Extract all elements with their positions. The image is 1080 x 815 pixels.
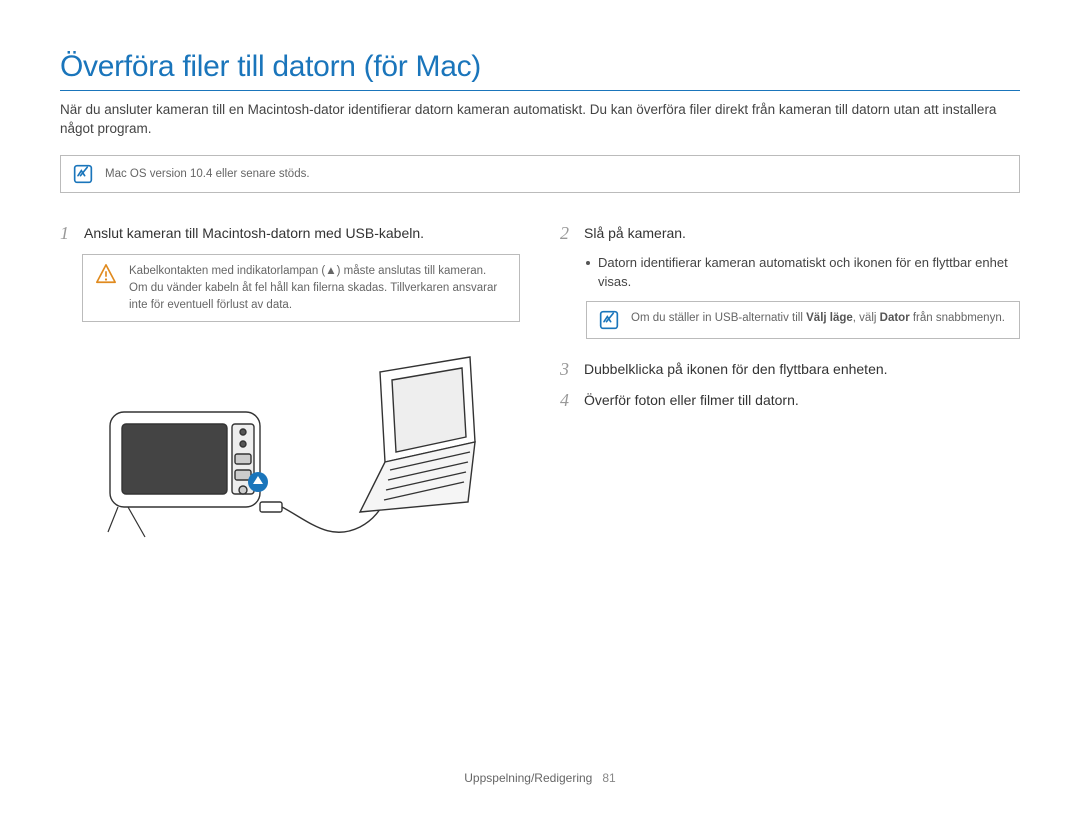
page-footer: Uppspelning/Redigering 81 [0,771,1080,785]
illustration-camera-laptop [60,352,520,552]
document-page: Överföra filer till datorn (för Mac) När… [0,0,1080,815]
step-number: 3 [560,359,574,381]
step-number: 1 [60,223,74,245]
two-column-layout: 1 Anslut kameran till Macintosh-datorn m… [60,223,1020,553]
note-box-top: Mac OS version 10.4 eller senare stöds. [60,155,1020,193]
note-box-usb: Om du ställer in USB-alternativ till Väl… [586,301,1020,339]
step-number: 2 [560,223,574,245]
step-text: Dubbelklicka på ikonen för den flyttbara… [584,359,888,381]
step-3: 3 Dubbelklicka på ikonen för den flyttba… [560,359,1020,381]
usb-connection-illustration [100,352,480,552]
note-bold-1: Välj läge [806,312,853,324]
note-fragment: Om du ställer in USB-alternativ till [631,312,806,324]
note-icon [599,310,619,330]
step-text: Anslut kameran till Macintosh-datorn med… [84,223,424,245]
step-4: 4 Överför foton eller filmer till datorn… [560,390,1020,412]
note-text-top: Mac OS version 10.4 eller senare stöds. [105,168,310,180]
warning-icon [95,263,117,285]
footer-page-number: 81 [602,771,615,785]
step-2: 2 Slå på kameran. [560,223,1020,245]
bullet-dot-icon [586,261,590,265]
note-fragment: , välj [853,312,880,324]
footer-section-label: Uppspelning/Redigering [464,771,592,785]
note-text-usb: Om du ställer in USB-alternativ till Väl… [631,310,1005,330]
note-icon [73,164,93,184]
intro-paragraph: När du ansluter kameran till en Macintos… [60,101,1020,139]
bullet-item: Datorn identifierar kameran automatiskt … [586,254,1020,290]
step-text: Överför foton eller filmer till datorn. [584,390,799,412]
step-1: 1 Anslut kameran till Macintosh-datorn m… [60,223,520,245]
warning-box: Kabelkontakten med indikatorlampan (▲) m… [82,254,520,322]
right-column: 2 Slå på kameran. Datorn identifierar ka… [560,223,1020,553]
step-text: Slå på kameran. [584,223,686,245]
page-title: Överföra filer till datorn (för Mac) [60,50,1020,91]
step-number: 4 [560,390,574,412]
bullet-text: Datorn identifierar kameran automatiskt … [598,254,1020,290]
left-column: 1 Anslut kameran till Macintosh-datorn m… [60,223,520,553]
note-fragment: från snabbmenyn. [910,312,1005,324]
warning-text: Kabelkontakten med indikatorlampan (▲) m… [129,263,507,313]
note-bold-2: Dator [880,312,910,324]
